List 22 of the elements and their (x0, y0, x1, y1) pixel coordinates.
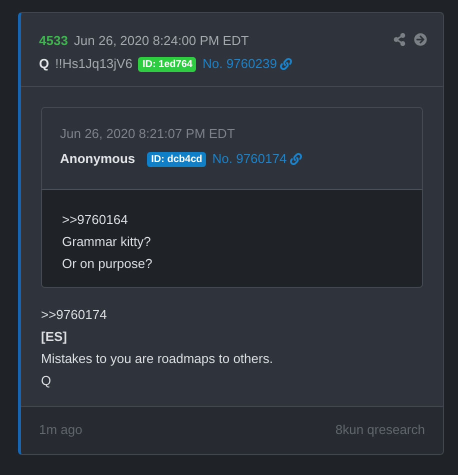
source-label: 8kun qresearch (335, 421, 425, 439)
post-link[interactable]: No. 9760239 (202, 56, 292, 72)
id-badge: ID: 1ed764 (138, 56, 196, 72)
text-line: Grammar kitty? (62, 233, 152, 251)
text-line: [ES] (41, 328, 68, 346)
post-date: Jun 26, 2020 8:24:00 PM EDT (74, 33, 249, 49)
share-icon[interactable] (393, 33, 406, 46)
post-number: 4533 (39, 33, 68, 49)
link-icon (290, 153, 302, 165)
text-line: Mistakes to you are roadmaps to others. (41, 350, 274, 368)
author-name: Q (39, 56, 50, 72)
post-age: 1m ago (39, 421, 82, 439)
id-badge: ID: dcb4cd (147, 152, 206, 166)
author-name: Anonymous (60, 151, 136, 167)
post-date: Jun 26, 2020 8:21:07 PM EDT (60, 126, 235, 142)
text-line: >>9760174 (41, 306, 108, 324)
text-line: Q (41, 372, 52, 390)
text-line: >>9760164 (62, 211, 129, 229)
link-icon (280, 58, 292, 70)
post-link[interactable]: No. 9760174 (212, 151, 302, 167)
tripcode: !!Hs1Jq13jV6 (55, 56, 132, 72)
text-line: Or on purpose? (62, 255, 154, 273)
